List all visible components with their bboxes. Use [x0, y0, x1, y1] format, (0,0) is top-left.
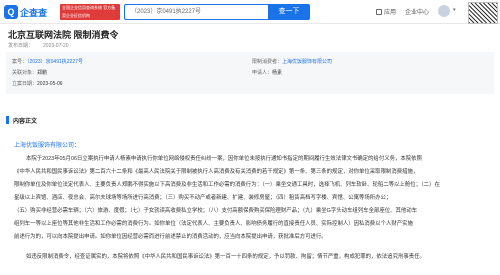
publish-date-label: 发布日期：: [8, 43, 34, 49]
applicant-label: 申请人：: [252, 70, 273, 76]
case-number: 案号：（2023）京0491执2227号: [12, 58, 83, 65]
applicant: 申请人：杨素: [252, 69, 282, 76]
top-bar: Q 企查查 全国企业信用查询系统 官方备案企业征信机构 （2023）京0491执…: [0, 0, 500, 24]
paragraph-line: 前述行为的，可以向本院提出申请。如你单位因经营必需而进行前述禁止的消费活动的，应…: [14, 234, 327, 240]
paragraph-line: 组列车一等以上座位等其他非生活和工作必需的消费行为。如你单位（法定代表人、主要负…: [14, 221, 413, 227]
filing-date-value: 2023-05-06: [37, 81, 63, 87]
paragraph-line: 《中华人民共和国民事诉讼法》第二百六十二条和《最高人民法院关于限制被执行人高消费…: [14, 169, 419, 175]
case-number-link[interactable]: （2023）京0491执2227号: [27, 59, 83, 65]
paragraph-line: 限制你单位及你单位法定代表人、主要负责人郑鹏不得实施以下高消费及非生活和工作必需…: [14, 182, 440, 188]
publish-date: 发布日期： 2023-07-20: [8, 42, 79, 49]
avatar[interactable]: [438, 5, 450, 17]
paragraph-line: 本院于2023年05月06日立案执行申请人杨素申请执行你单位网络侵权责任纠纷一案…: [26, 156, 422, 162]
logo-text: 企查查: [20, 7, 48, 18]
certification-badge: 全国企业信用查询系统 官方备案企业征信机构: [60, 4, 120, 20]
section-title: 内容正文: [13, 119, 38, 125]
publish-date-value: 2023-07-20: [43, 43, 69, 49]
app-menu-label: 应用: [384, 10, 397, 16]
limited-party-label: 限制消费者：: [252, 59, 283, 65]
search-input[interactable]: （2023）京0491执2227号: [124, 4, 268, 20]
related-party-label: 关联对象：: [12, 70, 38, 76]
app-menu[interactable]: 应用: [376, 7, 396, 16]
paragraph-line: 星级以上宾馆、酒店、夜总会、高尔夫球场等场所进行高消费；（三）购买不动产或者新建…: [14, 195, 392, 201]
filing-date-label: 立案日期：: [12, 81, 38, 87]
applicant-value: 杨素: [272, 70, 283, 76]
paragraph-line: （五）购买非经营必需车辆；（六）旅游、度假；（七）子女就读高收费私立学校；（八）…: [14, 208, 418, 214]
qr-code-icon: [468, 2, 498, 24]
page-title: 北京互联网法院 限制消费令: [8, 30, 119, 40]
grid-icon: [376, 8, 382, 15]
enterprise-center-link[interactable]: 企业中心: [405, 7, 429, 16]
paragraph-line: 如违反限制消费令，经查证属实的，本院将依照《中华人民共和国民事诉讼法》第一百一十…: [26, 254, 425, 260]
related-party-value: 郑鹏: [37, 70, 48, 76]
logo[interactable]: Q 企查查: [4, 4, 47, 20]
section-marker: [6, 116, 9, 124]
search-button[interactable]: 查一下: [268, 4, 310, 20]
related-party: 关联对象：郑鹏: [12, 69, 47, 76]
chevron-down-icon[interactable]: ▾: [453, 7, 456, 13]
case-number-label: 案号：: [12, 59, 28, 65]
limited-party-link[interactable]: 上海优饭服饰有限公司: [282, 59, 332, 65]
filing-date: 立案日期：2023-05-06: [12, 80, 63, 87]
limited-party: 限制消费者：上海优饭服饰有限公司: [252, 58, 332, 65]
case-info-panel: 案号：（2023）京0491执2227号 限制消费者：上海优饭服饰有限公司 关联…: [6, 52, 494, 94]
logo-icon: Q: [4, 5, 18, 19]
addressee-link[interactable]: 上海优饭服饰有限公司：: [14, 140, 80, 149]
